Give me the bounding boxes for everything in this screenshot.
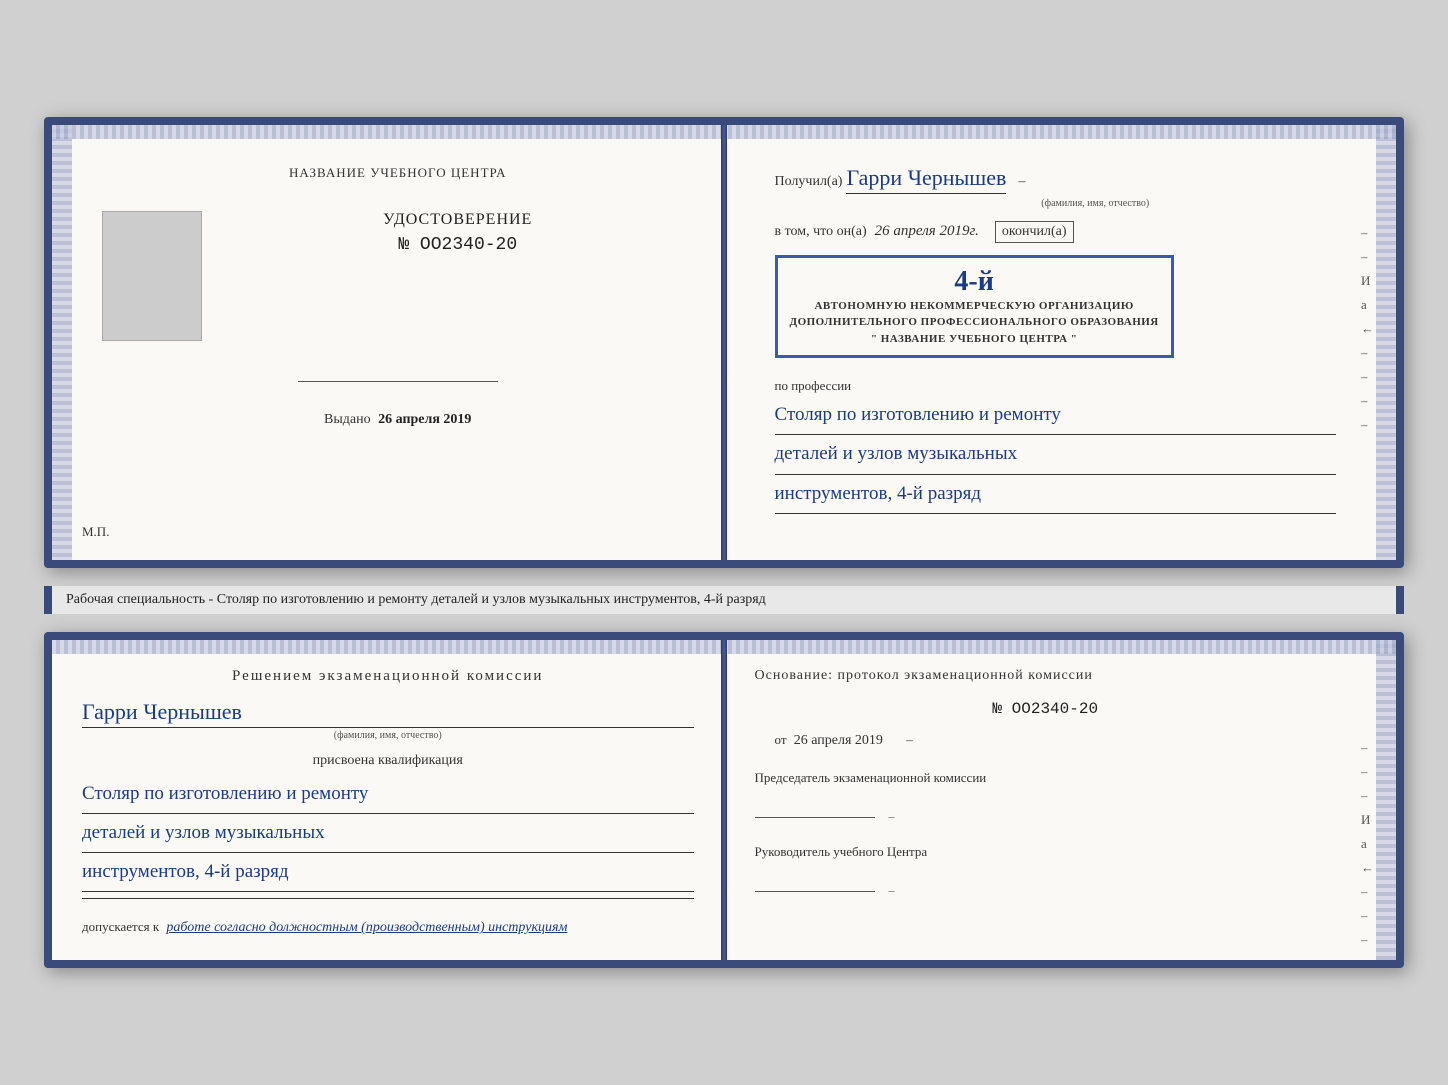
vtom-label: в том, что он(а) xyxy=(775,224,867,240)
stamp-number: 4-й xyxy=(790,266,1159,298)
bottom-right-content: Основание: протокол экзаменационной коми… xyxy=(755,668,1367,899)
fio-sublabel: (фамилия, имя, отчество) xyxy=(855,198,1337,209)
stamp-line1: АВТОНОМНУЮ НЕКОММЕРЧЕСКУЮ ОРГАНИЗАЦИЮ xyxy=(790,298,1159,315)
profession-line2: деталей и узлов музыкальных xyxy=(775,437,1337,474)
bottom-fio-name: Гарри Чернышев xyxy=(82,699,694,728)
rukovoditel-sig-line xyxy=(755,891,875,892)
profession-line1: Столяр по изготовлению и ремонту xyxy=(775,398,1337,435)
bottom-document-spread: Решением экзаменационной комиссии Гарри … xyxy=(44,632,1404,969)
dopusk-value: работе согласно должностным (производств… xyxy=(166,920,567,935)
description-bar: Рабочая специальность - Столяр по изгото… xyxy=(44,586,1404,614)
okonchil-label: окончил(а) xyxy=(995,221,1074,243)
right-edge-dashes: – – И а ← – – – – xyxy=(1361,225,1374,433)
stamp-area: 4-й АВТОНОМНУЮ НЕКОММЕРЧЕСКУЮ ОРГАНИЗАЦИ… xyxy=(775,255,1174,359)
protocol-number: № OO2340-20 xyxy=(755,700,1337,718)
mp-label: М.П. xyxy=(82,524,109,540)
ot-label: от xyxy=(775,732,787,747)
bottom-right-edge: – – – И а ← – – – – xyxy=(1361,740,1374,969)
top-right-page: Получил(а) Гарри Чернышев – (фамилия, им… xyxy=(725,125,1397,560)
bottom-fio-sublabel: (фамилия, имя, отчество) xyxy=(82,730,694,741)
qual-line3: инструментов, 4-й разряд xyxy=(82,855,694,892)
bottom-left-page: Решением экзаменационной комиссии Гарри … xyxy=(52,640,725,961)
number-block: № OO2340-20 xyxy=(755,700,1337,718)
top-document-spread: НАЗВАНИЕ УЧЕБНОГО ЦЕНТРА УДОСТОВЕРЕНИЕ №… xyxy=(44,117,1404,568)
qual-line1: Столяр по изготовлению и ремонту xyxy=(82,777,694,814)
vtom-line: в том, что он(а) 26 апреля 2019г. окончи… xyxy=(775,221,1337,243)
rukovoditel-label: Руководитель учебного Центра xyxy=(755,843,1337,861)
left-main-area: УДОСТОВЕРЕНИЕ № OO2340-20 xyxy=(102,211,694,351)
osnovaniye-label: Основание: протокол экзаменационной коми… xyxy=(755,668,1337,684)
bottom-right-page: Основание: протокол экзаменационной коми… xyxy=(725,640,1397,961)
predsedatel-label: Председатель экзаменационной комиссии xyxy=(755,769,1337,787)
photo-placeholder xyxy=(102,211,202,341)
prisvoena-label: присвоена квалификация xyxy=(82,753,694,769)
rukovoditel-block: Руководитель учебного Центра – xyxy=(755,843,1337,899)
vtom-date: 26 апреля 2019г. xyxy=(875,223,979,240)
profession-block: Столяр по изготовлению и ремонту деталей… xyxy=(775,398,1337,514)
predsedatel-sig-line xyxy=(755,817,875,818)
issued-line: Выдано 26 апреля 2019 xyxy=(298,412,498,428)
dopuskaetsya-block: допускается к работе согласно должностны… xyxy=(82,919,694,936)
center-title: НАЗВАНИЕ УЧЕБНОГО ЦЕНТРА xyxy=(289,165,506,181)
recipient-name: Гарри Чернышев xyxy=(846,165,1006,194)
poluchil-label: Получил(а) xyxy=(775,174,843,190)
resheniye-label: Решением экзаменационной комиссии xyxy=(82,668,694,685)
cert-info: УДОСТОВЕРЕНИЕ № OO2340-20 xyxy=(222,211,694,275)
cert-label: УДОСТОВЕРЕНИЕ xyxy=(383,211,532,229)
right-page-content: Получил(а) Гарри Чернышев – (фамилия, им… xyxy=(755,155,1367,536)
profession-line3: инструментов, 4-й разряд xyxy=(775,477,1337,514)
ot-date: 26 апреля 2019 xyxy=(794,733,883,748)
ot-line: от 26 апреля 2019 – xyxy=(755,732,1337,749)
qual-line2: деталей и узлов музыкальных xyxy=(82,816,694,853)
dopuskaetsya-label: допускается к xyxy=(82,919,159,934)
description-text: Рабочая специальность - Столяр по изгото… xyxy=(66,592,766,607)
recipient-line: Получил(а) Гарри Чернышев – xyxy=(775,165,1337,194)
left-page-content: НАЗВАНИЕ УЧЕБНОГО ЦЕНТРА УДОСТОВЕРЕНИЕ №… xyxy=(82,155,694,536)
cert-number: № OO2340-20 xyxy=(398,235,517,255)
bottom-left-content: Решением экзаменационной комиссии Гарри … xyxy=(82,668,694,937)
issued-label: Выдано xyxy=(324,412,371,427)
issued-date: 26 апреля 2019 xyxy=(378,412,471,427)
bottom-qualification-block: Столяр по изготовлению и ремонту деталей… xyxy=(82,777,694,900)
stamp-line2: ДОПОЛНИТЕЛЬНОГО ПРОФЕССИОНАЛЬНОГО ОБРАЗО… xyxy=(790,314,1159,331)
bottom-fio-block: Гарри Чернышев (фамилия, имя, отчество) xyxy=(82,699,694,741)
top-left-page: НАЗВАНИЕ УЧЕБНОГО ЦЕНТРА УДОСТОВЕРЕНИЕ №… xyxy=(52,125,725,560)
stamp-line3: " НАЗВАНИЕ УЧЕБНОГО ЦЕНТРА " xyxy=(790,331,1159,348)
predsedatel-block: Председатель экзаменационной комиссии – xyxy=(755,769,1337,825)
po-professii-label: по профессии xyxy=(775,378,1337,394)
